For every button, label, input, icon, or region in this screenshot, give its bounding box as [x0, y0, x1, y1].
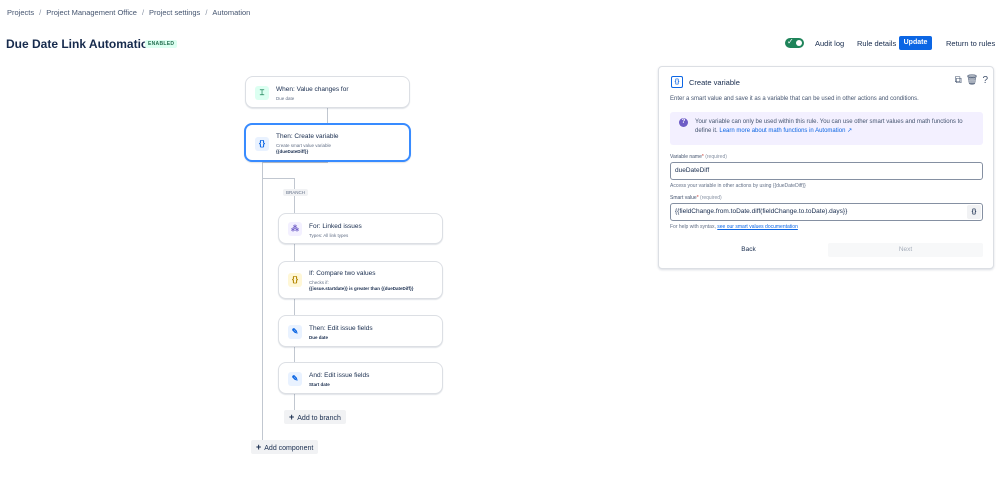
panel-description: Enter a smart value and save it as a var…: [670, 96, 919, 102]
label-text: Variable name: [670, 154, 702, 160]
node-title: When: Value changes for: [276, 86, 349, 93]
update-button[interactable]: Update: [899, 36, 932, 50]
insert-smart-value-button[interactable]: {}: [967, 205, 981, 219]
toggle-knob: [796, 40, 802, 46]
breadcrumb: Projects / Project Management Office / P…: [7, 8, 250, 17]
info-text: Your variable can only be used within th…: [695, 118, 980, 136]
label-text: Smart value: [670, 195, 697, 201]
node-detail: {{dueDateDiff}}: [276, 149, 309, 154]
node-detail: Due date: [309, 335, 329, 340]
create-variable-panel: {} Create variable ⧉ 🗑 ? Enter a smart v…: [658, 66, 994, 269]
copy-icon[interactable]: ⧉: [955, 75, 962, 86]
breadcrumb-automation[interactable]: Automation: [212, 8, 250, 17]
required-text: (required): [705, 154, 727, 160]
smart-value-help: For help with syntax, see our smart valu…: [670, 224, 798, 230]
check-icon: ✓: [787, 37, 794, 46]
compare-values-node[interactable]: {} If: Compare two values Checks if: {{i…: [278, 261, 443, 299]
plus-icon: +: [289, 412, 295, 422]
breadcrumb-project[interactable]: Project Management Office: [46, 8, 137, 17]
breadcrumb-separator: /: [205, 8, 208, 17]
hierarchy-icon: ⁂: [288, 222, 302, 236]
trigger-icon: ⌶: [255, 86, 269, 100]
breadcrumb-settings[interactable]: Project settings: [149, 8, 200, 17]
math-functions-link[interactable]: Learn more about math functions in Autom…: [719, 128, 852, 134]
variable-help-text: Access your variable in other actions by…: [670, 183, 806, 189]
panel-tools: ⧉ 🗑 ?: [955, 75, 988, 86]
braces-icon: {}: [671, 76, 683, 88]
audit-log-button[interactable]: Audit log: [815, 39, 844, 48]
node-subtitle: Checks if:: [309, 280, 329, 285]
pencil-icon: ✎: [288, 325, 302, 339]
required-marker: *: [701, 154, 704, 160]
rule-details-button[interactable]: Rule details: [857, 39, 896, 48]
pencil-icon: ✎: [288, 372, 302, 386]
edit-start-date-node[interactable]: ✎ And: Edit issue fields Start date: [278, 362, 443, 394]
add-to-branch-label: Add to branch: [297, 415, 341, 422]
branch-label: BRANCH: [283, 189, 309, 196]
help-text: For help with syntax,: [670, 224, 716, 230]
help-icon[interactable]: ?: [982, 75, 988, 86]
smart-value-label: Smart value* (required): [670, 195, 722, 201]
connector-line: [262, 178, 295, 179]
return-to-rules-button[interactable]: Return to rules: [946, 39, 995, 48]
connector-line: [262, 163, 263, 446]
node-title: For: Linked issues: [309, 223, 362, 230]
node-subtitle: Due date: [276, 96, 295, 101]
node-title: Then: Create variable: [276, 133, 339, 140]
breadcrumb-separator: /: [39, 8, 42, 17]
breadcrumb-separator: /: [141, 8, 145, 17]
rule-enabled-toggle[interactable]: ✓: [785, 37, 804, 48]
node-detail: Start date: [309, 382, 330, 387]
page-title: Due Date Link Automation: [6, 37, 156, 51]
node-subtitle: Types: All link types: [309, 233, 349, 238]
required-text: (required): [700, 195, 722, 201]
plus-icon: +: [256, 442, 262, 452]
create-variable-node[interactable]: {} Then: Create variable Create smart va…: [244, 123, 411, 162]
info-message: ? Your variable can only be used within …: [670, 112, 983, 145]
status-badge: ENABLED: [145, 40, 178, 48]
braces-icon: {}: [288, 273, 302, 287]
breadcrumb-projects[interactable]: Projects: [7, 8, 34, 17]
trash-icon[interactable]: 🗑: [966, 75, 979, 86]
linked-issues-node[interactable]: ⁂ For: Linked issues Types: All link typ…: [278, 213, 443, 244]
panel-title: Create variable: [689, 78, 740, 87]
node-detail: {{issue.startdate}} is greater than {{du…: [309, 286, 414, 291]
question-icon: ?: [679, 118, 688, 127]
braces-icon: {}: [255, 137, 269, 151]
add-component-label: Add component: [264, 445, 314, 452]
next-button[interactable]: Next: [828, 243, 983, 257]
variable-name-input[interactable]: dueDateDiff: [670, 162, 983, 180]
add-to-branch-button[interactable]: + Add to branch: [284, 410, 346, 424]
node-title: If: Compare two values: [309, 270, 376, 277]
smart-value-text: {{fieldChange.from.toDate.diff(fieldChan…: [675, 208, 848, 215]
node-subtitle: Create smart value variable: [276, 143, 332, 148]
smart-value-input[interactable]: {{fieldChange.from.toDate.diff(fieldChan…: [670, 203, 983, 221]
connector-line: [262, 162, 328, 163]
node-title: And: Edit issue fields: [309, 372, 370, 379]
back-button[interactable]: Back: [670, 243, 827, 257]
variable-name-label: Variable name* (required): [670, 154, 727, 160]
required-marker: *: [696, 195, 699, 201]
connector-line: [327, 108, 328, 124]
smart-values-doc-link[interactable]: see our smart values documentation: [717, 224, 798, 230]
edit-due-date-node[interactable]: ✎ Then: Edit issue fields Due date: [278, 315, 443, 347]
add-component-button[interactable]: + Add component: [251, 440, 319, 454]
node-title: Then: Edit issue fields: [309, 325, 373, 332]
trigger-node[interactable]: ⌶ When: Value changes for Due date: [245, 76, 410, 108]
